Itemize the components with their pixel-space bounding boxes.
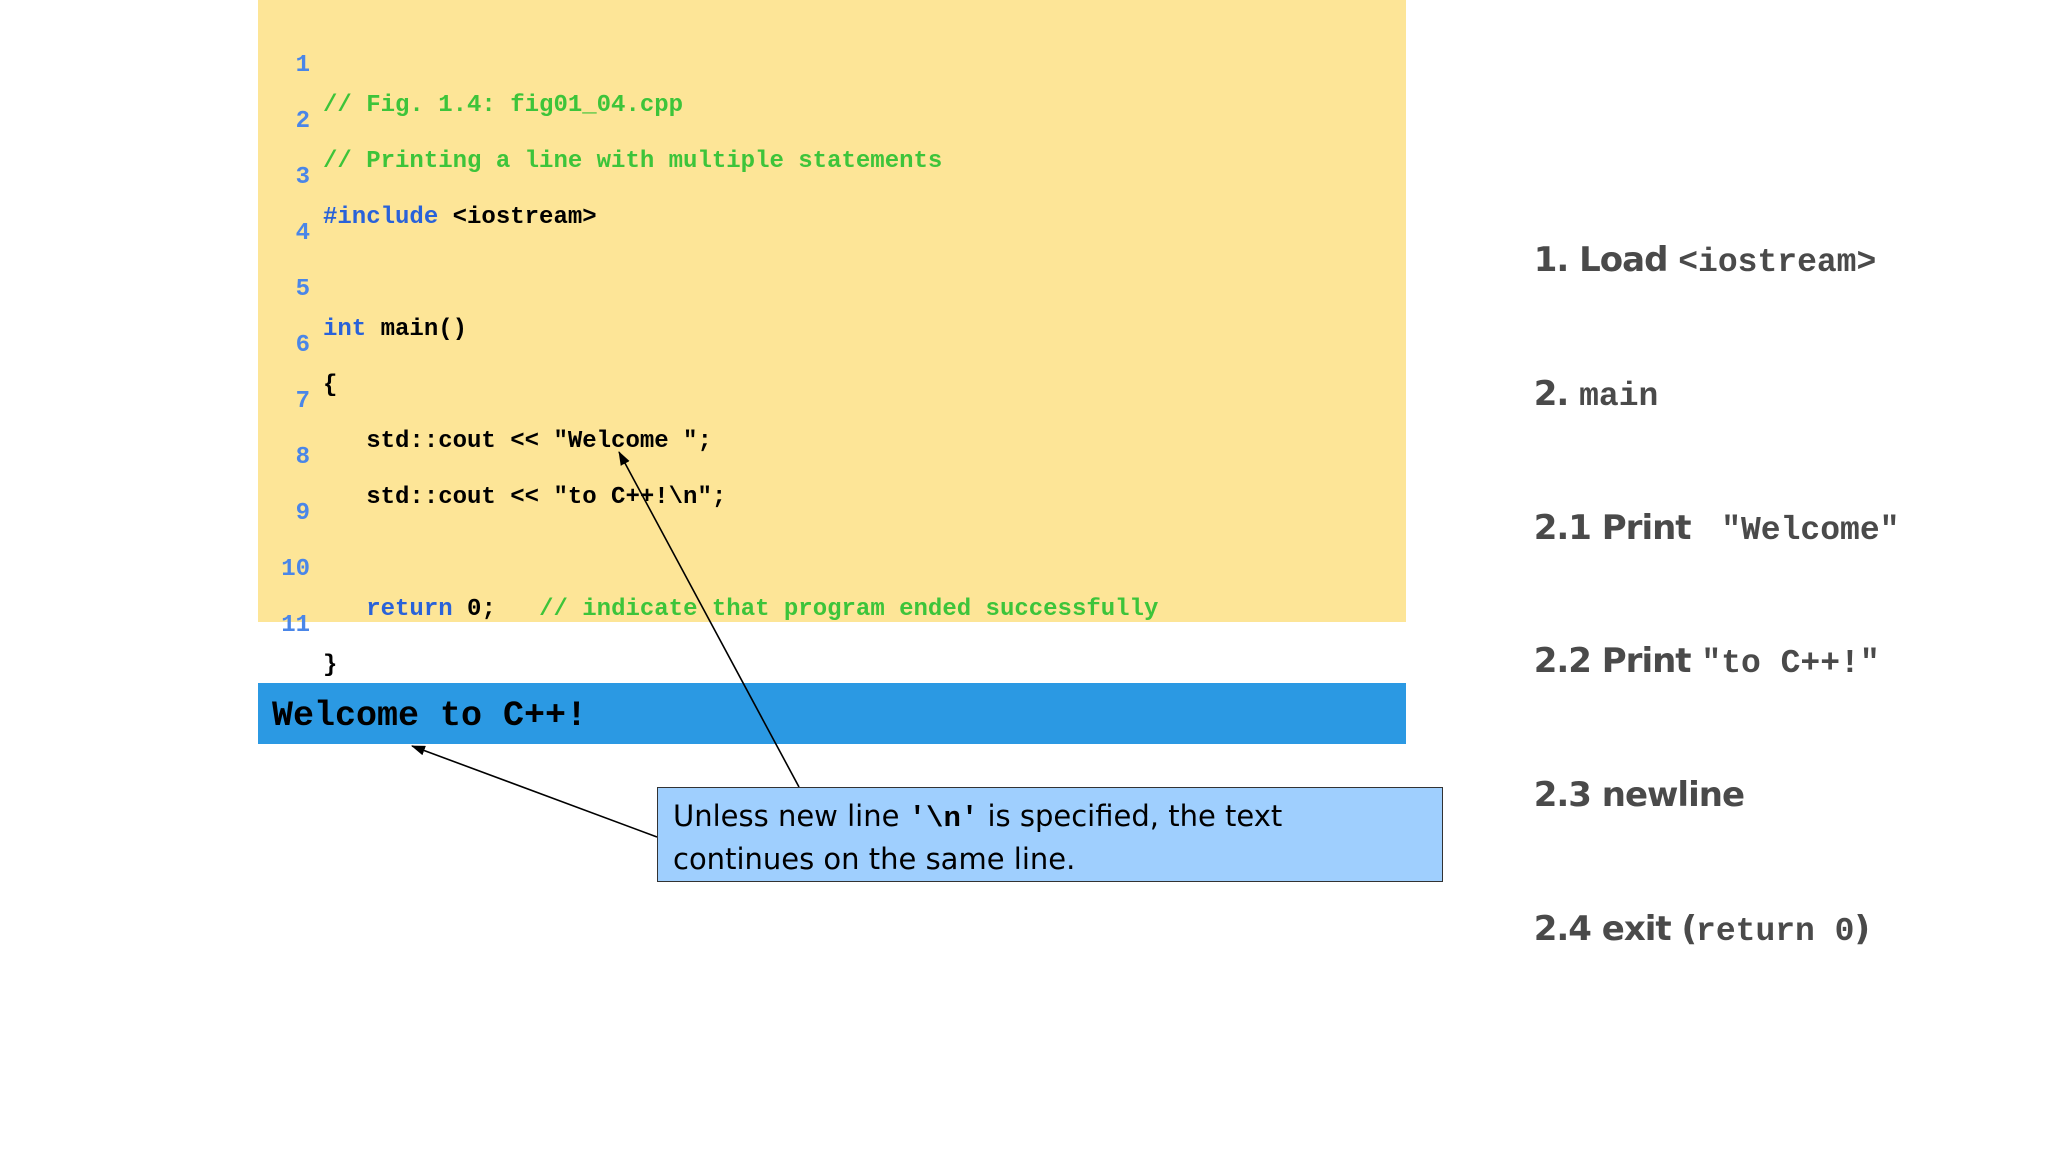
outline-step: 1. Load <iostream> (1512, 200, 1877, 281)
callout-text: Unless new line (673, 799, 909, 833)
outline-step: 2.4 exit (return 0) (1512, 869, 1870, 950)
code-line: 10 return 0; // indicate that program en… (258, 510, 1406, 623)
outline-label: 1. Load (1533, 240, 1679, 280)
code-line: 2 // Printing a line with multiple state… (258, 62, 1406, 175)
line-number: 11 (281, 612, 310, 639)
code-line: 11 } (258, 566, 1406, 679)
code-line: 7 std::cout << "Welcome "; (258, 342, 1406, 455)
output-text: Welcome to C++! (272, 696, 588, 736)
code-line: 5 int main() (258, 230, 1406, 343)
callout-note: Unless new line '\n' is specified, the t… (657, 787, 1443, 882)
code-line: 4 (258, 174, 1406, 247)
outline-label: 2.3 newline (1533, 775, 1745, 815)
code-line: 1 // Fig. 1.4: fig01_04.cpp (258, 6, 1406, 119)
outline-label: 2. (1533, 374, 1580, 414)
outline-code: <iostream> (1678, 244, 1877, 281)
code-line: 3 #include <iostream> (258, 118, 1406, 231)
outline-step: 2.2 Print "to C++!" (1512, 601, 1880, 682)
code-line: 9 (258, 454, 1406, 527)
outline-code: "to C++!" (1701, 645, 1880, 682)
code-listing: 1 // Fig. 1.4: fig01_04.cpp 2 // Printin… (258, 0, 1406, 679)
outline-label: 2.2 Print (1533, 641, 1702, 681)
code-text: } (323, 652, 338, 679)
program-output: Welcome to C++! (258, 683, 1406, 744)
outline-code: return 0 (1696, 913, 1855, 950)
callout-code: '\n' (908, 802, 979, 835)
outline-step: 2.1 Print "Welcome" (1512, 468, 1900, 549)
code-line: 8 std::cout << "to C++!\n"; (258, 398, 1406, 511)
outline-suffix: ) (1854, 909, 1870, 949)
outline-label: 2.1 Print (1533, 508, 1702, 548)
outline-code: main (1579, 378, 1659, 415)
outline-code: "Welcome" (1701, 512, 1900, 549)
arrow-to-output (411, 745, 658, 838)
outline-label: 2.4 exit ( (1533, 909, 1697, 949)
outline-step: 2.3 newline (1512, 735, 1745, 815)
outline-step: 2. main (1512, 334, 1659, 415)
code-line: 6 { (258, 286, 1406, 399)
